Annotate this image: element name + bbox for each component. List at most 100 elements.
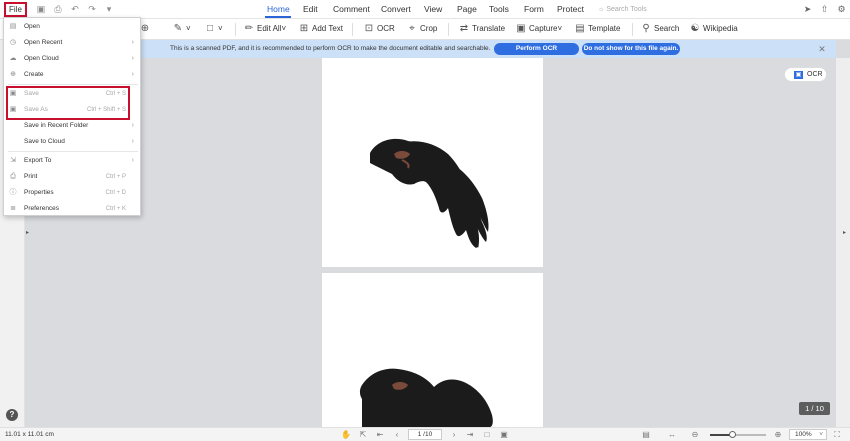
customize-dropdown-icon[interactable]: ▾ xyxy=(104,4,114,14)
capture-button[interactable]: ▣ Capture˅ xyxy=(515,22,562,36)
search-icon: ⚲ xyxy=(642,23,650,34)
last-page-icon[interactable]: ⇥ xyxy=(465,430,475,440)
ocr-floating-button[interactable]: ▣ OCR xyxy=(784,67,827,82)
rectangle-icon: □ xyxy=(206,23,214,34)
shortcut-hint: Ctrl + D xyxy=(105,190,126,196)
highlight-tool[interactable]: ✎ ˅ xyxy=(172,22,191,36)
select-tool-icon[interactable]: ⇱ xyxy=(358,430,368,440)
template-button[interactable]: ▤ Template xyxy=(574,22,620,36)
shape-tool[interactable]: □ ˅ xyxy=(204,22,223,36)
globe-icon: ☯ xyxy=(690,23,700,34)
perform-ocr-button[interactable]: Perform OCR xyxy=(494,43,579,55)
redo-icon[interactable]: ↷ xyxy=(87,4,97,14)
fullscreen-icon[interactable]: ⛶ xyxy=(832,430,842,440)
page-layout-icon[interactable]: ▤ xyxy=(641,430,651,440)
zoom-out-icon[interactable]: ⊖ xyxy=(690,430,700,440)
wikipedia-label: Wikipedia xyxy=(703,24,738,33)
chevron-right-icon: › xyxy=(131,39,134,46)
file-menu-button[interactable]: File xyxy=(4,2,27,17)
help-icon[interactable]: ? xyxy=(6,409,18,421)
camera-icon: ▣ xyxy=(516,23,526,34)
file-menu-item-save-to-cloud[interactable]: Save to Cloud › xyxy=(4,134,140,150)
file-dropdown-menu: ▤ Open ◷ Open Recent › ☁ Open Cloud › ⊕ Create › ▣ S… xyxy=(3,17,141,216)
tab-edit[interactable]: Edit xyxy=(303,3,318,16)
crop-button[interactable]: ⌖ Crop xyxy=(406,22,437,36)
ocr-button[interactable]: ⊡ OCR xyxy=(363,22,395,36)
edit-all-button[interactable]: ✏ Edit All˅ xyxy=(243,22,286,36)
continuous-page-icon[interactable]: ▣ xyxy=(499,430,509,440)
dropdown-icon: ˅ xyxy=(218,24,223,33)
file-menu-item-open-cloud[interactable]: ☁ Open Cloud › xyxy=(4,51,140,67)
add-text-icon: ⊞ xyxy=(299,23,309,34)
search-label: Search xyxy=(654,24,680,33)
file-menu-item-label: Print xyxy=(24,173,38,180)
dropdown-icon: ˅ xyxy=(281,24,287,33)
chevron-right-icon: › xyxy=(131,71,134,78)
shortcut-hint: Ctrl + P xyxy=(105,174,126,180)
zoom-in-tool[interactable]: ⊕ xyxy=(139,22,153,36)
file-menu-item-label: Export To xyxy=(24,157,52,164)
file-menu-item-preferences[interactable]: ≣ Preferences Ctrl + K xyxy=(4,201,140,217)
fit-width-icon[interactable]: ↔ xyxy=(667,430,677,440)
next-page-icon[interactable]: › xyxy=(449,430,459,440)
file-menu-item-export-to[interactable]: ⇲ Export To › xyxy=(4,153,140,169)
previous-page-icon[interactable]: ‹ xyxy=(392,430,402,440)
zoom-level-select[interactable]: 100% ˅ xyxy=(789,429,827,440)
toolbar-separator xyxy=(632,23,633,36)
wikipedia-button[interactable]: ☯ Wikipedia xyxy=(689,22,738,36)
print-icon[interactable]: ⎙ xyxy=(53,4,63,14)
expand-sidebar-icon[interactable]: ▸ xyxy=(26,229,31,237)
tab-view[interactable]: View xyxy=(424,3,442,16)
close-icon[interactable]: ✕ xyxy=(817,43,827,55)
file-menu-item-label: Preferences xyxy=(24,205,60,212)
gear-icon[interactable]: ⚙ xyxy=(836,4,847,15)
crop-icon: ⌖ xyxy=(409,23,415,34)
plus-icon: ⊕ xyxy=(10,71,16,78)
dont-show-again-button[interactable]: Do not show for this file again. xyxy=(582,43,680,55)
hand-tool-icon[interactable]: ✋ xyxy=(341,430,351,440)
add-text-button[interactable]: ⊞ Add Text xyxy=(298,22,343,36)
send-icon[interactable]: ➤ xyxy=(802,4,813,15)
save-icon[interactable]: ▣ xyxy=(36,4,46,14)
chevron-right-icon: › xyxy=(131,138,134,145)
tab-form[interactable]: Form xyxy=(524,3,544,16)
file-menu-item-open-recent[interactable]: ◷ Open Recent › xyxy=(4,35,140,51)
bird-image xyxy=(359,368,493,427)
upload-icon[interactable]: ⇧ xyxy=(819,4,830,15)
file-menu-item-print[interactable]: ⎙ Print Ctrl + P xyxy=(4,169,140,185)
bird-image xyxy=(370,138,489,248)
file-menu-item-label: Save to Cloud xyxy=(24,138,65,145)
tab-home[interactable]: Home xyxy=(267,3,290,16)
expand-right-panel-icon[interactable]: ▸ xyxy=(843,229,848,237)
file-menu-item-properties[interactable]: ⓘ Properties Ctrl + D xyxy=(4,185,140,201)
tab-protect[interactable]: Protect xyxy=(557,3,584,16)
search-tools-input[interactable]: ☼ Search Tools xyxy=(598,4,647,15)
page-number-input[interactable]: 1 /10 xyxy=(408,429,442,440)
file-menu-item-open[interactable]: ▤ Open xyxy=(4,19,140,35)
translate-icon: ⇄ xyxy=(459,23,469,34)
translate-label: Translate xyxy=(472,24,506,33)
shortcut-hint: Ctrl + K xyxy=(105,206,126,212)
clock-icon: ◷ xyxy=(9,39,17,46)
tab-convert[interactable]: Convert xyxy=(381,3,411,16)
zoom-slider-handle[interactable] xyxy=(728,431,736,438)
page-dimensions: 11.01 x 11.01 cm xyxy=(5,431,54,438)
dropdown-icon: ˅ xyxy=(557,24,563,33)
zoom-in-icon[interactable]: ⊕ xyxy=(773,430,783,440)
tab-tools[interactable]: Tools xyxy=(489,3,509,16)
undo-icon[interactable]: ↶ xyxy=(70,4,80,14)
menu-separator xyxy=(8,84,138,85)
single-page-icon[interactable]: □ xyxy=(482,430,492,440)
file-menu-item-label: Open xyxy=(24,23,40,30)
first-page-icon[interactable]: ⇤ xyxy=(375,430,385,440)
folder-icon: ▤ xyxy=(9,23,17,30)
toolbar-separator xyxy=(235,23,236,36)
tab-page[interactable]: Page xyxy=(457,3,477,16)
file-menu-item-create[interactable]: ⊕ Create › xyxy=(4,67,140,83)
lightbulb-icon: ☼ xyxy=(598,6,605,13)
search-button[interactable]: ⚲ Search xyxy=(640,22,679,36)
tab-comment[interactable]: Comment xyxy=(333,3,370,16)
file-menu-item-label: Open Recent xyxy=(24,39,63,46)
file-menu-item-save-in-recent-folder[interactable]: Save in Recent Folder › xyxy=(4,118,140,134)
translate-button[interactable]: ⇄ Translate xyxy=(458,22,505,36)
